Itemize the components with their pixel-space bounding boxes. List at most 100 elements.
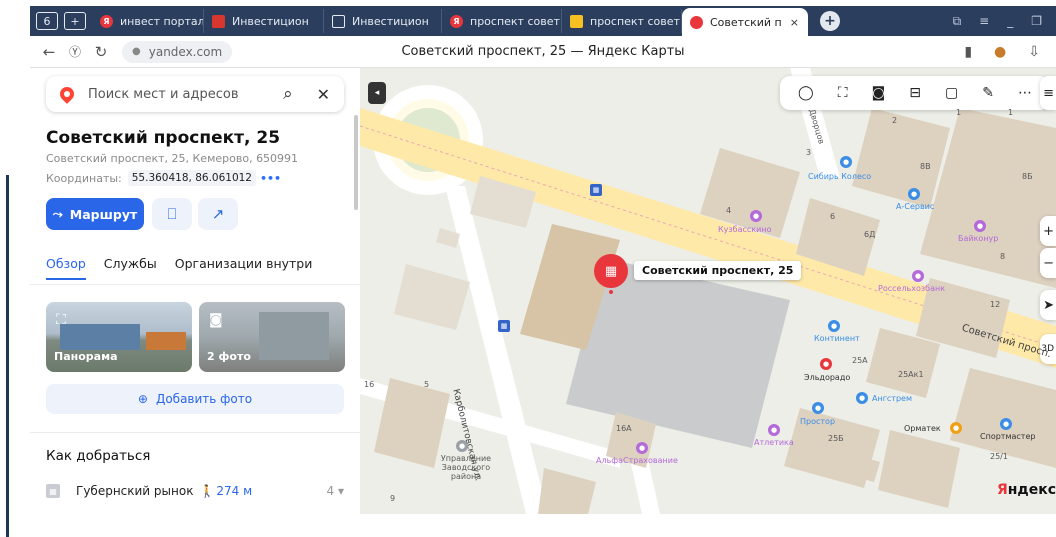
- lock-icon: ●: [132, 46, 141, 57]
- new-tab-button[interactable]: +: [820, 11, 840, 31]
- transport-layer-icon[interactable]: ⊟: [909, 85, 921, 101]
- tab-title: Советский п: [710, 15, 782, 29]
- photo-layer-icon[interactable]: ◙: [872, 85, 886, 101]
- document-favicon-icon: [332, 14, 345, 28]
- house-number: 4: [726, 206, 732, 215]
- poi-icon[interactable]: ●: [856, 392, 868, 404]
- how-to-get-title: Как добраться: [46, 448, 151, 464]
- collections-icon[interactable]: ⧉: [953, 14, 962, 29]
- poi-label: А-Сервис: [896, 202, 935, 211]
- poi-icon[interactable]: ●: [974, 220, 986, 232]
- add-photo-icon: ⊕: [137, 392, 148, 406]
- browser-tab-1[interactable]: Я инвест портал: [92, 9, 204, 33]
- search-input[interactable]: Поиск мест и адресов: [88, 87, 283, 102]
- layer-icon[interactable]: ▢: [945, 85, 958, 101]
- panel-scrollbar[interactable]: [354, 115, 358, 210]
- browser-tab-4[interactable]: Я проспект совет: [442, 9, 562, 33]
- poi-icon[interactable]: ●: [636, 442, 648, 454]
- poi-icon[interactable]: ●: [840, 156, 852, 168]
- yandex-home-icon[interactable]: Ⓨ: [62, 43, 88, 60]
- url-text: yandex.com: [148, 44, 223, 59]
- browser-tab-5[interactable]: проспект совет: [562, 9, 682, 33]
- poi-label: Байконур: [958, 234, 999, 243]
- poi-icon[interactable]: ●: [456, 440, 468, 452]
- marker-label[interactable]: Советский проспект, 25: [634, 261, 802, 280]
- browser-tab-3[interactable]: Инвестицион: [324, 9, 442, 33]
- place-card-panel: Поиск мест и адресов ⌕ ✕ Советский просп…: [30, 68, 360, 514]
- search-icon[interactable]: ⌕: [283, 84, 293, 104]
- minimize-icon[interactable]: _: [1007, 14, 1013, 29]
- map-mode-icon[interactable]: ◯: [798, 85, 814, 101]
- poi-label: Россельхозбанк: [878, 284, 946, 293]
- browser-tab-active[interactable]: Советский п ×: [682, 8, 808, 36]
- zoom-in-button[interactable]: +: [1040, 216, 1056, 246]
- poi-icon[interactable]: ●: [1000, 418, 1012, 430]
- house-number: 8В: [920, 162, 931, 171]
- bus-stop-icon[interactable]: ▦: [498, 320, 510, 332]
- house-number: 3: [806, 148, 812, 157]
- maximize-icon[interactable]: ❐: [1031, 14, 1042, 29]
- poi-label: Простор: [800, 417, 836, 426]
- bus-stop-icon[interactable]: ▦: [590, 184, 602, 196]
- coords-value[interactable]: 55.360418, 86.061012: [127, 170, 256, 186]
- tab-title: инвест портал: [120, 14, 204, 28]
- map-layers-toolbar: ◯ ⛶ ◙ ⊟ ▢ ✎ ⋯: [780, 76, 1050, 110]
- browser-tab-bar: 6 + Я инвест портал Инвестицион Инвестиц…: [30, 6, 1056, 36]
- house-number: 25Ак1: [898, 370, 924, 379]
- panorama-thumbnail[interactable]: ⛶ Панорама: [46, 302, 192, 372]
- close-icon[interactable]: ✕: [317, 85, 330, 104]
- locate-button[interactable]: ➤: [1040, 290, 1056, 320]
- address-bar: ← Ⓨ ↻ ● yandex.com Советский проспект, 2…: [30, 36, 1056, 68]
- share-button[interactable]: ↗: [198, 198, 238, 230]
- poi-icon[interactable]: ●: [828, 320, 840, 332]
- poi-icon[interactable]: ●: [908, 188, 920, 200]
- url-field[interactable]: ● yandex.com: [122, 40, 233, 63]
- maps-favicon-icon: [570, 14, 583, 28]
- tab-group-icon[interactable]: +: [64, 12, 86, 30]
- poi-icon[interactable]: ●: [950, 422, 962, 434]
- bookmark-button[interactable]: ⎕: [152, 198, 192, 230]
- route-button[interactable]: ⤳ Маршрут: [46, 198, 144, 230]
- poi-icon[interactable]: ●: [912, 270, 924, 282]
- house-number: 8Б: [1022, 172, 1033, 181]
- panorama-label: Панорама: [54, 350, 118, 363]
- back-arrow-icon[interactable]: ←: [36, 43, 62, 61]
- share-icon: ↗: [211, 205, 225, 223]
- layers-menu-button[interactable]: ≡: [1040, 76, 1056, 110]
- stop-name: Губернский рынок: [76, 484, 194, 498]
- reload-icon[interactable]: ↻: [88, 43, 114, 61]
- poi-icon[interactable]: ●: [750, 210, 762, 222]
- tab-services[interactable]: Службы: [104, 256, 157, 280]
- poi-icon[interactable]: ●: [820, 358, 832, 370]
- download-icon[interactable]: ⇩: [1028, 44, 1040, 60]
- profile-icon[interactable]: ●: [994, 44, 1006, 60]
- collapse-panel-button[interactable]: ◂: [368, 82, 386, 104]
- place-tabs: Обзор Службы Организации внутри: [46, 256, 312, 280]
- zoom-out-button[interactable]: −: [1040, 248, 1056, 278]
- map-view[interactable]: ◂ ◯ ⛶ ◙ ⊟ ▢ ✎ ⋯ ≡ + − ➤ 3D ▦ Советский п…: [360, 68, 1056, 514]
- address-bar-actions: ▮ ● ⇩: [964, 44, 1056, 60]
- building-marker-icon[interactable]: ▦: [594, 254, 628, 294]
- tab-counter-icon[interactable]: 6: [36, 12, 58, 30]
- poi-icon[interactable]: ●: [768, 424, 780, 436]
- transit-stop-row[interactable]: ▦ Губернский рынок 🚶 274 м 4 ▾: [46, 484, 344, 498]
- close-tab-icon[interactable]: ×: [790, 16, 799, 29]
- bookmark-icon[interactable]: ▮: [964, 44, 972, 60]
- poi-label: Кузбасскино: [718, 225, 772, 234]
- panorama-layer-icon[interactable]: ⛶: [838, 85, 848, 101]
- coords-more-button[interactable]: •••: [260, 172, 281, 185]
- poi-label: Ангстрем: [872, 394, 912, 403]
- poi-icon[interactable]: ●: [812, 402, 824, 414]
- tab-overview[interactable]: Обзор: [46, 256, 86, 280]
- add-photo-button[interactable]: ⊕ Добавить фото: [46, 384, 344, 414]
- tab-organizations-inside[interactable]: Организации внутри: [175, 256, 313, 280]
- stop-distance: 274 м: [216, 484, 253, 498]
- ruler-icon[interactable]: ✎: [982, 85, 994, 101]
- photos-thumbnail[interactable]: ◙ 2 фото: [199, 302, 345, 372]
- menu-icon[interactable]: ≡: [979, 14, 989, 29]
- house-number: 1: [1008, 108, 1014, 117]
- search-box[interactable]: Поиск мест и адресов ⌕ ✕: [46, 76, 344, 112]
- more-icon[interactable]: ⋯: [1018, 85, 1032, 101]
- browser-tab-2[interactable]: Инвестицион: [204, 9, 324, 33]
- house-number: 1: [956, 108, 962, 117]
